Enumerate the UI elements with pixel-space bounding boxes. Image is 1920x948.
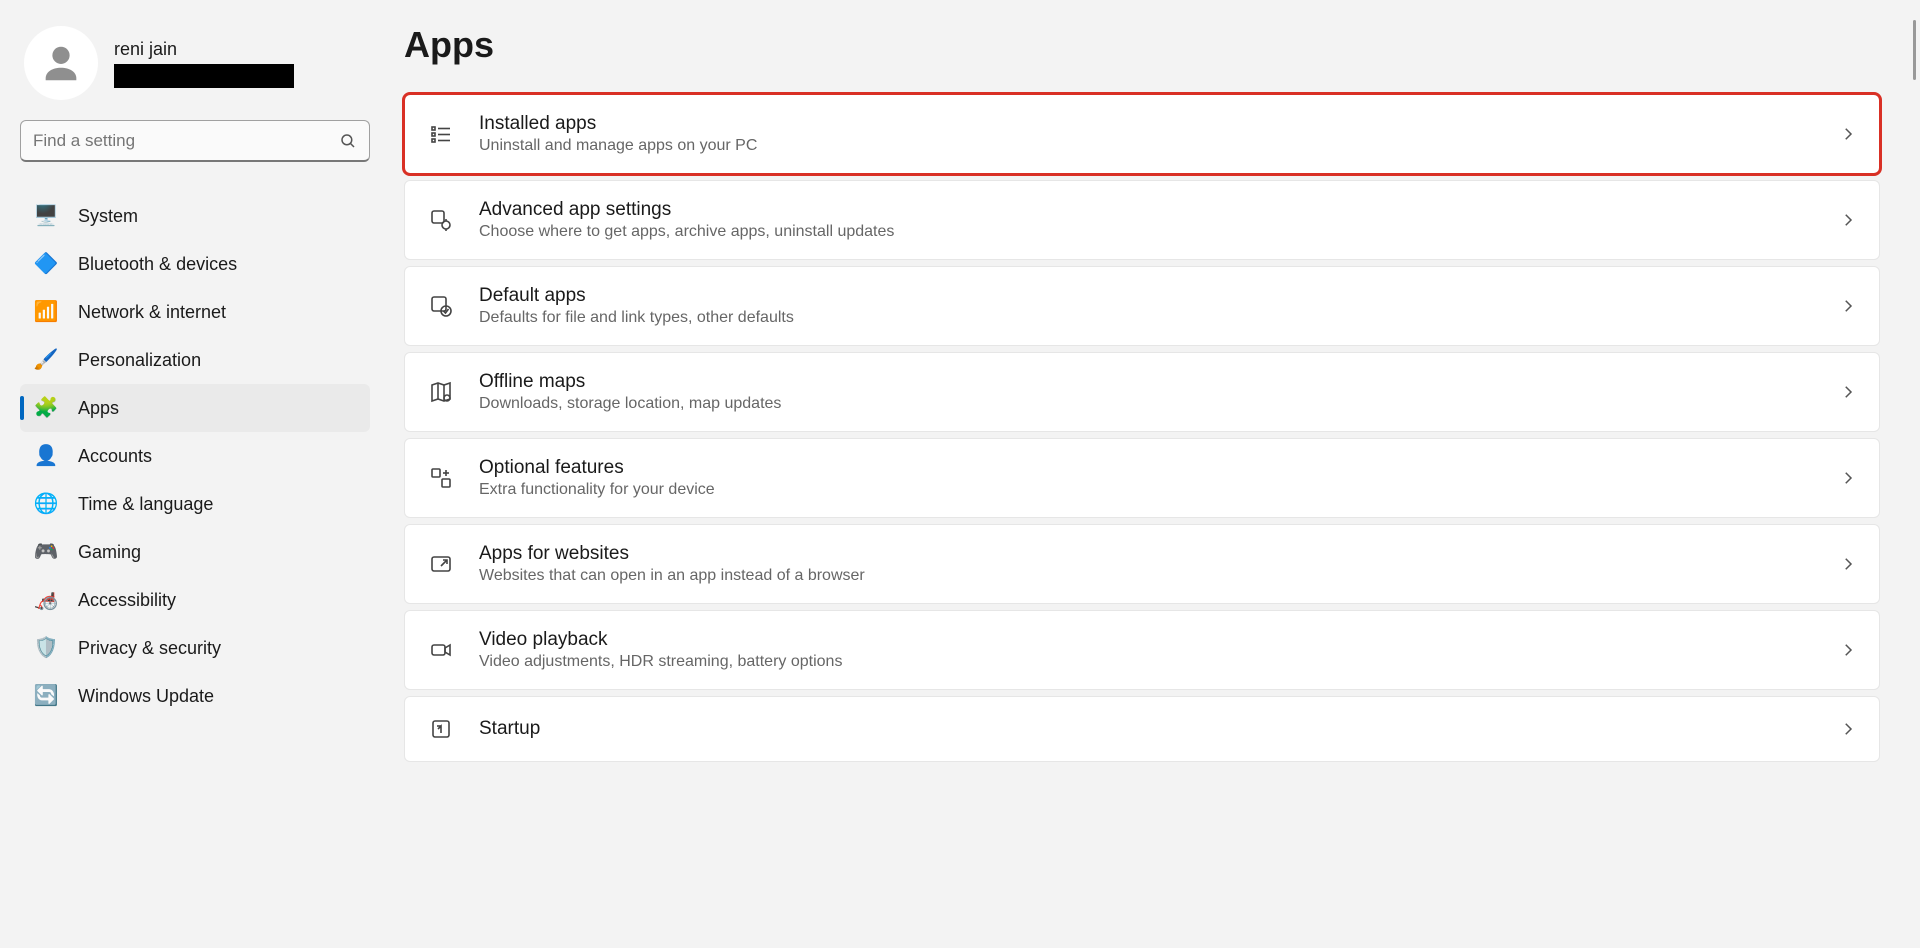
personalization-icon: 🖌️	[34, 348, 58, 372]
sidebar-item-apps[interactable]: 🧩 Apps	[20, 384, 370, 432]
settings-card-installed[interactable]: Installed apps Uninstall and manage apps …	[404, 94, 1880, 174]
sidebar-item-accounts[interactable]: 👤 Accounts	[20, 432, 370, 480]
card-description: Video adjustments, HDR streaming, batter…	[479, 653, 1839, 671]
card-title: Installed apps	[479, 113, 1839, 135]
gaming-icon: 🎮	[34, 540, 58, 564]
scrollbar[interactable]	[1913, 20, 1916, 80]
apps-icon: 🧩	[34, 396, 58, 420]
advanced-icon	[427, 206, 455, 234]
card-description: Extra functionality for your device	[479, 481, 1839, 499]
sidebar-item-label: Time & language	[78, 494, 213, 515]
sidebar-item-update[interactable]: 🔄 Windows Update	[20, 672, 370, 720]
sidebar-item-label: Windows Update	[78, 686, 214, 707]
system-icon: 🖥️	[34, 204, 58, 228]
sidebar-item-privacy[interactable]: 🛡️ Privacy & security	[20, 624, 370, 672]
card-description: Downloads, storage location, map updates	[479, 395, 1839, 413]
sidebar-item-gaming[interactable]: 🎮 Gaming	[20, 528, 370, 576]
sidebar-item-system[interactable]: 🖥️ System	[20, 192, 370, 240]
privacy-icon: 🛡️	[34, 636, 58, 660]
chevron-right-icon	[1839, 555, 1857, 573]
card-title: Advanced app settings	[479, 199, 1839, 221]
bluetooth-icon: 🔷	[34, 252, 58, 276]
search-icon	[339, 132, 357, 150]
settings-card-list: Installed apps Uninstall and manage apps …	[404, 94, 1880, 762]
chevron-right-icon	[1839, 211, 1857, 229]
chevron-right-icon	[1839, 297, 1857, 315]
chevron-right-icon	[1839, 125, 1857, 143]
installed-icon	[427, 120, 455, 148]
sidebar-item-time[interactable]: 🌐 Time & language	[20, 480, 370, 528]
page-title: Apps	[404, 24, 1880, 66]
chevron-right-icon	[1839, 720, 1857, 738]
card-description: Defaults for file and link types, other …	[479, 309, 1839, 327]
chevron-right-icon	[1839, 469, 1857, 487]
sidebar: reni jain 🖥️ System 🔷 Bluetooth & devices 📶 N…	[0, 0, 390, 948]
update-icon: 🔄	[34, 684, 58, 708]
video-icon	[427, 636, 455, 664]
sidebar-item-label: Privacy & security	[78, 638, 221, 659]
sidebar-item-network[interactable]: 📶 Network & internet	[20, 288, 370, 336]
user-icon	[38, 40, 84, 86]
startup-icon	[427, 715, 455, 743]
card-title: Startup	[479, 718, 1839, 740]
card-title: Video playback	[479, 629, 1839, 651]
settings-card-optional[interactable]: Optional features Extra functionality for…	[404, 438, 1880, 518]
user-email-redacted	[114, 64, 294, 88]
optional-icon	[427, 464, 455, 492]
chevron-right-icon	[1839, 641, 1857, 659]
card-description: Choose where to get apps, archive apps, …	[479, 223, 1839, 241]
settings-card-video[interactable]: Video playback Video adjustments, HDR str…	[404, 610, 1880, 690]
settings-card-maps[interactable]: Offline maps Downloads, storage location,…	[404, 352, 1880, 432]
chevron-right-icon	[1839, 383, 1857, 401]
settings-card-advanced[interactable]: Advanced app settings Choose where to get…	[404, 180, 1880, 260]
time-icon: 🌐	[34, 492, 58, 516]
sidebar-item-bluetooth[interactable]: 🔷 Bluetooth & devices	[20, 240, 370, 288]
network-icon: 📶	[34, 300, 58, 324]
card-description: Websites that can open in an app instead…	[479, 567, 1839, 585]
sidebar-item-label: Gaming	[78, 542, 141, 563]
accounts-icon: 👤	[34, 444, 58, 468]
settings-card-defaults[interactable]: Default apps Defaults for file and link t…	[404, 266, 1880, 346]
sidebar-item-label: Network & internet	[78, 302, 226, 323]
search-box[interactable]	[20, 120, 370, 162]
defaults-icon	[427, 292, 455, 320]
card-title: Offline maps	[479, 371, 1839, 393]
user-profile[interactable]: reni jain	[20, 20, 370, 112]
card-title: Optional features	[479, 457, 1839, 479]
sidebar-item-label: System	[78, 206, 138, 227]
main-content: Apps Installed apps Uninstall and manage …	[390, 0, 1920, 948]
sidebar-item-label: Personalization	[78, 350, 201, 371]
websites-icon	[427, 550, 455, 578]
sidebar-item-label: Bluetooth & devices	[78, 254, 237, 275]
settings-card-websites[interactable]: Apps for websites Websites that can open …	[404, 524, 1880, 604]
settings-card-startup[interactable]: Startup	[404, 696, 1880, 762]
accessibility-icon: 🦽	[34, 588, 58, 612]
avatar	[24, 26, 98, 100]
card-title: Default apps	[479, 285, 1839, 307]
sidebar-item-label: Accounts	[78, 446, 152, 467]
sidebar-item-accessibility[interactable]: 🦽 Accessibility	[20, 576, 370, 624]
user-text: reni jain	[114, 39, 294, 88]
nav: 🖥️ System 🔷 Bluetooth & devices 📶 Network & i…	[20, 192, 370, 720]
sidebar-item-label: Accessibility	[78, 590, 176, 611]
sidebar-item-personalization[interactable]: 🖌️ Personalization	[20, 336, 370, 384]
card-description: Uninstall and manage apps on your PC	[479, 137, 1839, 155]
search-input[interactable]	[33, 131, 339, 151]
user-name: reni jain	[114, 39, 294, 60]
sidebar-item-label: Apps	[78, 398, 119, 419]
maps-icon	[427, 378, 455, 406]
card-title: Apps for websites	[479, 543, 1839, 565]
